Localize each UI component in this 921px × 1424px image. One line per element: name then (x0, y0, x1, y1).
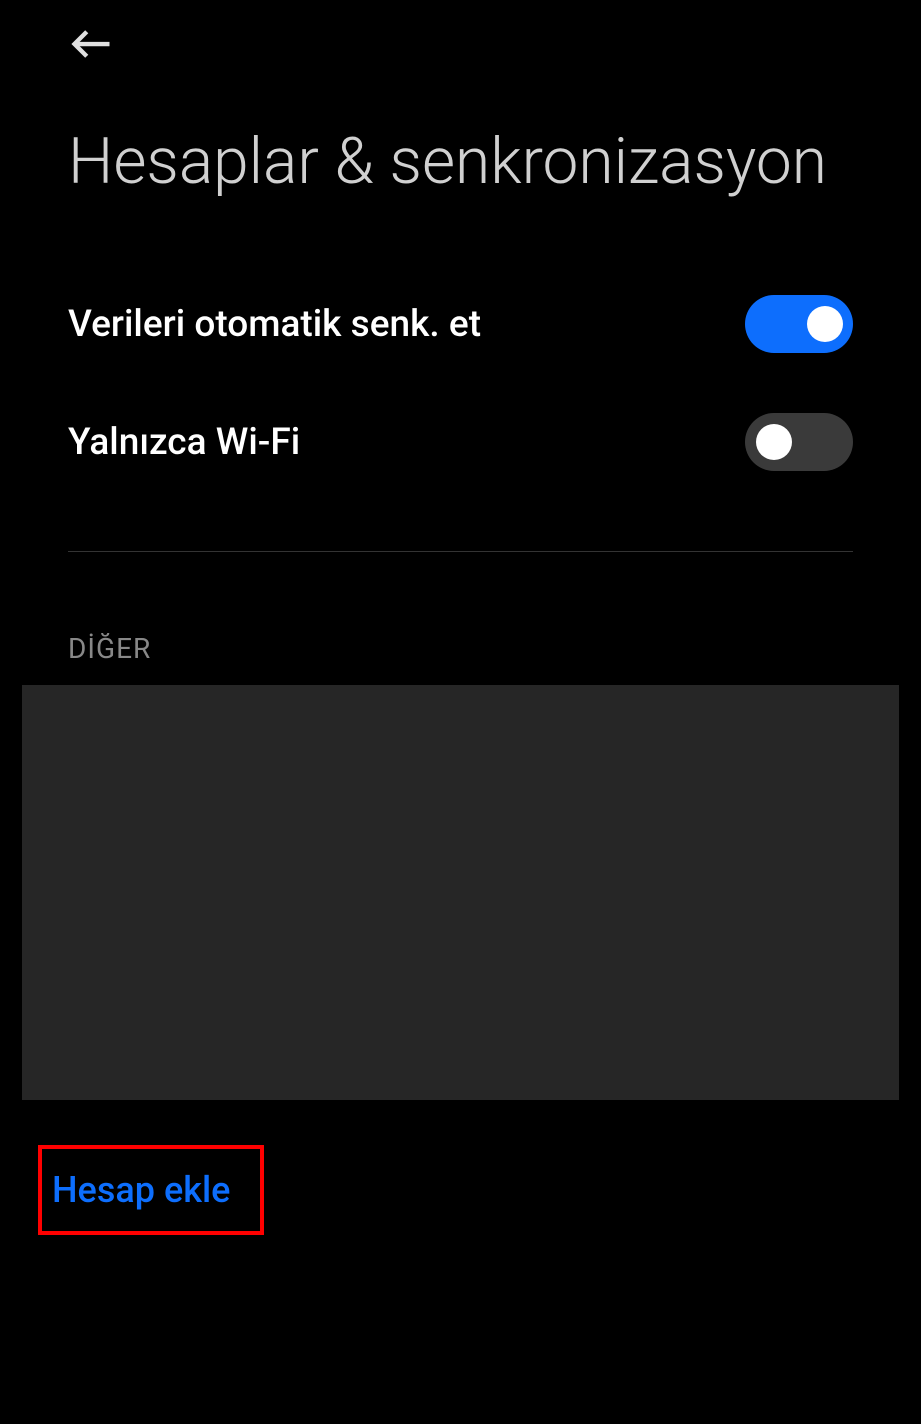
add-account-button[interactable]: Hesap ekle (38, 1145, 264, 1235)
other-section-header: DİĞER (68, 632, 853, 665)
page-title: Hesaplar & senkronizasyon (0, 69, 921, 265)
arrow-left-icon (71, 23, 113, 65)
accounts-list-placeholder (22, 685, 899, 1100)
auto-sync-toggle[interactable] (745, 295, 853, 353)
wifi-only-label: Yalnızca Wi-Fi (68, 421, 300, 464)
divider (68, 551, 853, 552)
auto-sync-setting[interactable]: Verileri otomatik senk. et (68, 265, 853, 383)
wifi-only-toggle[interactable] (745, 413, 853, 471)
wifi-only-setting[interactable]: Yalnızca Wi-Fi (68, 383, 853, 501)
back-button[interactable] (68, 20, 116, 68)
auto-sync-label: Verileri otomatik senk. et (68, 303, 481, 346)
toggle-knob (756, 424, 792, 460)
toggle-knob (807, 306, 843, 342)
